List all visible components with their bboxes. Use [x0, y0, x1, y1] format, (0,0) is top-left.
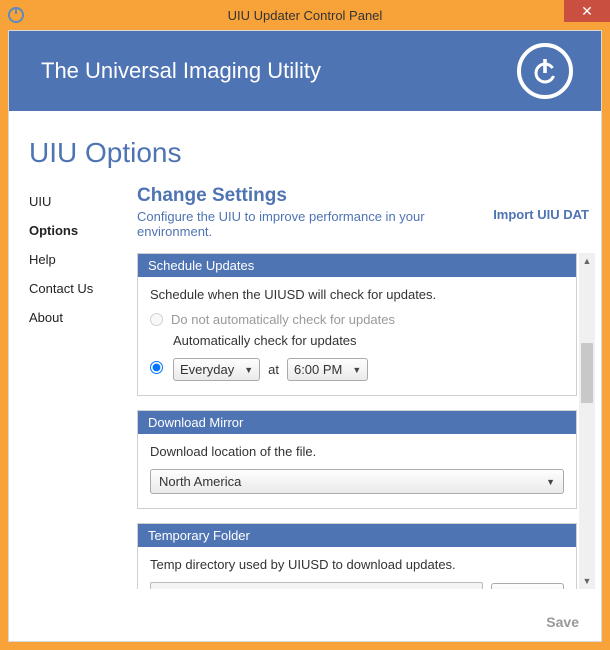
time-value: 6:00 PM	[294, 362, 342, 377]
scroll-down-icon[interactable]: ▼	[579, 573, 595, 589]
frequency-value: Everyday	[180, 362, 234, 377]
content-area: UIU Options Help Contact Us About Change…	[9, 185, 601, 601]
radio-no-auto[interactable]: Do not automatically check for updates	[150, 312, 564, 327]
time-select[interactable]: 6:00 PM ▼	[287, 358, 368, 381]
window-body: The Universal Imaging Utility UIU Option…	[8, 30, 602, 642]
scrollbar-thumb[interactable]	[581, 343, 593, 403]
temp-heading: Temporary Folder	[138, 524, 576, 547]
app-icon	[8, 7, 24, 23]
sidebar-item-label: Options	[29, 223, 78, 238]
mirror-desc: Download location of the file.	[150, 444, 564, 459]
radio-no-auto-label: Do not automatically check for updates	[171, 312, 395, 327]
temp-path-input[interactable]: C:\Program Files (x86)\UIU\temp	[150, 582, 483, 589]
header: The Universal Imaging Utility	[9, 31, 601, 111]
temp-panel: Temporary Folder Temp directory used by …	[137, 523, 577, 589]
mirror-select[interactable]: North America ▼	[150, 469, 564, 494]
sidebar-item-uiu[interactable]: UIU	[29, 187, 137, 216]
sidebar: UIU Options Help Contact Us About	[29, 185, 137, 601]
temp-desc: Temp directory used by UIUSD to download…	[150, 557, 564, 572]
sidebar-item-label: Help	[29, 252, 56, 267]
at-label: at	[268, 362, 279, 377]
footer: Save	[9, 603, 601, 641]
sidebar-item-options[interactable]: Options	[29, 216, 137, 245]
window-title: UIU Updater Control Panel	[0, 8, 610, 23]
product-name: The Universal Imaging Utility	[41, 58, 321, 84]
save-button[interactable]: Save	[546, 614, 579, 630]
mirror-value: North America	[159, 474, 241, 489]
schedule-panel: Schedule Updates Schedule when the UIUSD…	[137, 253, 577, 396]
power-logo-icon	[517, 43, 573, 99]
scrollbar[interactable]: ▲ ▼	[579, 253, 595, 589]
sidebar-item-contact[interactable]: Contact Us	[29, 274, 137, 303]
radio-no-auto-input[interactable]	[150, 313, 163, 326]
chevron-down-icon: ▼	[546, 477, 555, 487]
frequency-select[interactable]: Everyday ▼	[173, 358, 260, 381]
mirror-panel: Download Mirror Download location of the…	[137, 410, 577, 509]
schedule-desc: Schedule when the UIUSD will check for u…	[150, 287, 564, 302]
scroll-up-icon[interactable]: ▲	[579, 253, 595, 269]
radio-auto-label: Automatically check for updates	[173, 333, 564, 348]
radio-auto-input[interactable]	[150, 361, 163, 374]
browse-button[interactable]: Browse	[491, 583, 564, 589]
titlebar: UIU Updater Control Panel ✕	[0, 0, 610, 30]
sidebar-item-label: About	[29, 310, 63, 325]
section-subtitle: Configure the UIU to improve performance…	[137, 209, 493, 239]
main: Change Settings Configure the UIU to imp…	[137, 185, 601, 601]
chevron-down-icon: ▼	[244, 365, 253, 375]
schedule-heading: Schedule Updates	[138, 254, 576, 277]
main-header: Change Settings Configure the UIU to imp…	[137, 185, 595, 239]
settings-scroll: Schedule Updates Schedule when the UIUSD…	[137, 253, 595, 589]
close-icon: ✕	[581, 4, 593, 18]
chevron-down-icon: ▼	[352, 365, 361, 375]
section-title: Change Settings	[137, 185, 493, 207]
close-button[interactable]: ✕	[564, 0, 610, 22]
sidebar-item-label: UIU	[29, 194, 51, 209]
page-title: UIU Options	[9, 111, 601, 185]
sidebar-item-label: Contact Us	[29, 281, 93, 296]
import-dat-link[interactable]: Import UIU DAT	[493, 207, 589, 222]
sidebar-item-help[interactable]: Help	[29, 245, 137, 274]
sidebar-item-about[interactable]: About	[29, 303, 137, 332]
mirror-heading: Download Mirror	[138, 411, 576, 434]
